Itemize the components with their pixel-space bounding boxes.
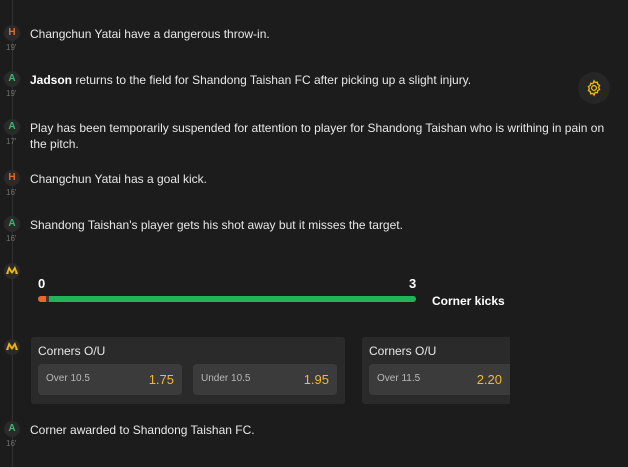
market-card: Corners O/U Over 11.5 2.20 [362, 337, 510, 404]
event-minute: 19' [6, 43, 17, 52]
corners-away-value: 3 [409, 276, 417, 291]
odds-label: Over 11.5 [377, 373, 421, 384]
market-card: Corners O/U Over 10.5 1.75 Under 10.5 1.… [31, 337, 345, 404]
odds-label: Under 10.5 [201, 373, 251, 384]
event-minute: 17' [6, 137, 17, 146]
event-text: Changchun Yatai has a goal kick. [30, 172, 208, 186]
odds-value: 1.95 [303, 372, 329, 387]
corners-home-value: 0 [38, 276, 46, 291]
event-text: Play has been temporarily suspended for … [30, 121, 605, 151]
event-text: Shandong Taishan's player gets his shot … [30, 218, 403, 232]
market-title: Corners O/U [38, 344, 106, 358]
odds-value: 1.75 [148, 372, 174, 387]
away-team-badge: A [4, 421, 20, 437]
event-minute: 16' [6, 234, 17, 243]
stat-label: Corner kicks [432, 294, 505, 308]
event-minute: 16' [6, 439, 17, 448]
odds-value: 2.20 [476, 372, 502, 387]
event-minute: 16' [6, 188, 17, 197]
odds-label: Over 10.5 [46, 373, 90, 384]
away-team-badge: A [4, 71, 20, 87]
event-minute: 19' [6, 89, 17, 98]
odds-button-under-10-5[interactable]: Under 10.5 1.95 [193, 364, 337, 395]
market-title: Corners O/U [369, 344, 437, 358]
away-team-badge: A [4, 119, 20, 135]
home-team-badge: H [4, 170, 20, 186]
odds-button-over-10-5[interactable]: Over 10.5 1.75 [38, 364, 182, 395]
event-text: Changchun Yatai have a dangerous throw-i… [30, 27, 270, 41]
away-team-badge: A [4, 216, 20, 232]
odds-button-over-11-5[interactable]: Over 11.5 2.20 [369, 364, 510, 395]
gear-icon [587, 79, 601, 97]
home-team-badge: H [4, 25, 20, 41]
brand-logo-icon [4, 339, 20, 355]
settings-button[interactable] [578, 72, 610, 104]
corners-stat-bar [38, 296, 416, 302]
corners-away-fill [49, 296, 416, 302]
event-text: Corner awarded to Shandong Taishan FC. [30, 423, 255, 437]
event-text-rest: returns to the field for Shandong Taisha… [72, 73, 472, 87]
event-text: Jadson returns to the field for Shandong… [30, 72, 622, 88]
corners-home-fill [38, 296, 46, 302]
player-name: Jadson [30, 73, 73, 87]
brand-logo-icon [4, 263, 20, 279]
